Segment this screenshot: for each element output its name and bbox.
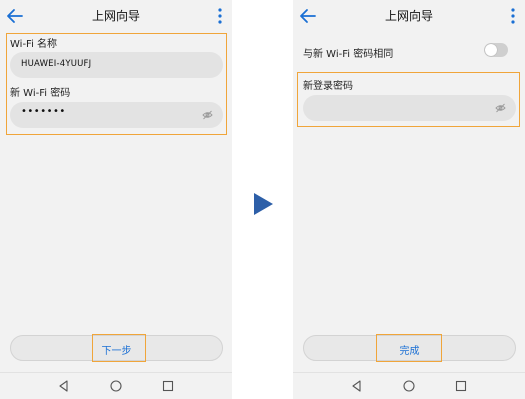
- nav-back-icon[interactable]: [350, 379, 364, 393]
- toggle-knob: [485, 44, 497, 56]
- more-vert-icon[interactable]: [509, 7, 517, 25]
- wifi-password-value: •••••••: [21, 106, 66, 117]
- wifi-password-label: 新 Wi-Fi 密码: [10, 88, 71, 99]
- same-password-toggle[interactable]: [484, 43, 508, 57]
- play-arrow-icon: [254, 193, 273, 215]
- more-vert-icon[interactable]: [216, 7, 224, 25]
- wifi-name-value: HUAWEI-4YUUFJ: [21, 59, 92, 69]
- login-password-label: 新登录密码: [303, 81, 353, 92]
- wifi-password-input[interactable]: •••••••: [10, 102, 223, 128]
- wizard-screen-step1: 上网向导 Wi-Fi 名称 HUAWEI-4YUUFJ 新 Wi-Fi 密码 •…: [0, 0, 232, 399]
- system-nav-bar: [0, 372, 232, 399]
- wifi-name-input[interactable]: HUAWEI-4YUUFJ: [10, 52, 223, 78]
- eye-icon[interactable]: [202, 110, 213, 120]
- login-password-input[interactable]: [303, 95, 516, 121]
- app-bar: 上网向导: [293, 0, 525, 32]
- wifi-name-label: Wi-Fi 名称: [10, 39, 58, 50]
- nav-home-icon[interactable]: [402, 379, 416, 393]
- highlight-frame: [376, 334, 442, 362]
- page-title: 上网向导: [91, 9, 140, 23]
- nav-home-icon[interactable]: [109, 379, 123, 393]
- same-password-label: 与新 Wi-Fi 密码相同: [303, 49, 394, 60]
- app-bar: 上网向导: [0, 0, 232, 32]
- wizard-screen-step2: 上网向导 与新 Wi-Fi 密码相同 新登录密码 完成: [293, 0, 525, 399]
- nav-recents-icon[interactable]: [454, 379, 468, 393]
- page-title: 上网向导: [384, 9, 433, 23]
- nav-recents-icon[interactable]: [161, 379, 175, 393]
- eye-icon[interactable]: [495, 103, 506, 113]
- highlight-frame: [92, 334, 146, 362]
- nav-back-icon[interactable]: [57, 379, 71, 393]
- system-nav-bar: [293, 372, 525, 399]
